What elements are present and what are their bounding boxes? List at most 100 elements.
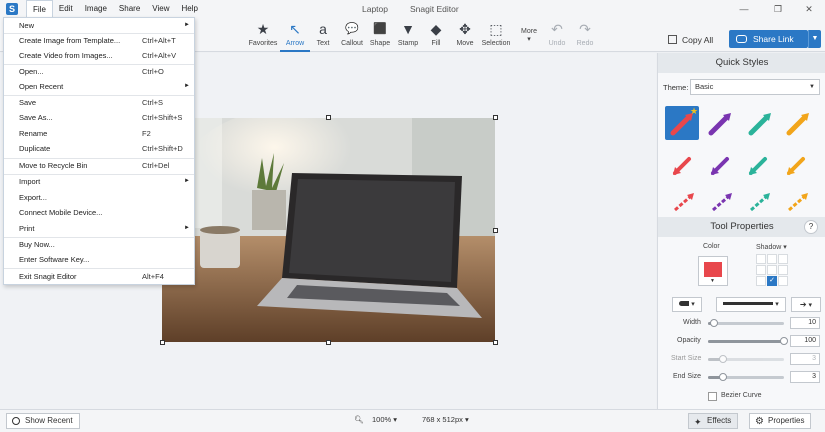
move-tool[interactable]: ✥ Move <box>450 18 480 52</box>
fill-tool[interactable]: ◆ Fill <box>421 18 451 52</box>
shadow-cell[interactable] <box>767 254 777 264</box>
line-start-select[interactable]: ▾ <box>672 297 702 312</box>
start-size-slider[interactable] <box>708 355 784 363</box>
more-tools-button[interactable]: More ▾ <box>514 18 544 52</box>
redo-button[interactable]: ↷ Redo <box>570 18 600 52</box>
line-style-select[interactable]: ▾ <box>716 297 786 312</box>
menu-item-recycle-bin[interactable]: Move to Recycle Bin Ctrl+Del <box>4 158 194 173</box>
restore-button[interactable]: ❐ <box>762 0 794 18</box>
quick-styles-grid: ★ <box>663 103 823 216</box>
shape-tool[interactable]: ⬛ Shape <box>365 18 395 52</box>
menu-item-buy-now[interactable]: Buy Now... <box>4 237 194 252</box>
menu-item-open[interactable]: Open... Ctrl+O <box>4 64 194 79</box>
submenu-arrow-icon: ► <box>184 83 190 89</box>
end-size-slider[interactable] <box>708 373 784 381</box>
menu-item-export[interactable]: Export... <box>4 190 194 205</box>
text-tool[interactable]: a Text <box>308 18 338 52</box>
tool-label: More <box>521 28 537 35</box>
shadow-cell[interactable] <box>756 254 766 264</box>
properties-button[interactable]: ⚙ Properties <box>749 413 812 429</box>
share-link-button[interactable]: Share Link <box>729 30 808 48</box>
width-slider[interactable] <box>708 319 784 327</box>
shadow-cell[interactable] <box>778 276 788 286</box>
menu-item-label: Export... <box>19 193 47 202</box>
close-button[interactable]: ✕ <box>793 0 825 18</box>
menu-item-save[interactable]: Save Ctrl+S <box>4 95 194 110</box>
callout-tool[interactable]: 💬 Callout <box>337 18 367 52</box>
shadow-cell[interactable] <box>778 265 788 275</box>
minimize-button[interactable]: — <box>728 0 760 18</box>
bezier-curve-checkbox[interactable] <box>708 392 717 401</box>
menu-item-exit[interactable]: Exit Snagit Editor Alt+F4 <box>4 269 194 284</box>
width-input[interactable]: 10 <box>790 317 820 329</box>
opacity-slider[interactable] <box>708 337 788 345</box>
tool-label: Fill <box>431 40 441 47</box>
resize-handle[interactable] <box>493 115 498 120</box>
snagit-app-icon: S <box>6 3 18 15</box>
resize-handle[interactable] <box>326 340 331 345</box>
menu-item-duplicate[interactable]: Duplicate Ctrl+Shift+D <box>4 141 194 156</box>
laptop-photo[interactable] <box>162 118 495 342</box>
stamp-tool[interactable]: ▼ Stamp <box>393 18 423 52</box>
resize-handle[interactable] <box>326 115 331 120</box>
shadow-cell[interactable] <box>756 276 766 286</box>
selection-tool[interactable]: ⬚ Selection <box>481 18 511 52</box>
menu-item-create-video-images[interactable]: Create Video from Images... Ctrl+Alt+V <box>4 48 194 63</box>
resize-handle[interactable] <box>493 228 498 233</box>
menu-item-create-image-template[interactable]: Create Image from Template... Ctrl+Alt+T <box>4 33 194 48</box>
end-size-input[interactable]: 3 <box>790 371 820 383</box>
opacity-input[interactable]: 100 <box>790 335 820 347</box>
menu-item-print[interactable]: Print ► <box>4 221 194 236</box>
shadow-check-icon[interactable]: ✓ <box>767 276 777 286</box>
undo-button[interactable]: ↶ Undo <box>542 18 572 52</box>
slider-knob[interactable] <box>710 319 719 327</box>
resize-handle[interactable] <box>493 340 498 345</box>
chevron-down-icon: ▼ <box>710 278 715 284</box>
arrow-tool[interactable]: ↖ Arrow <box>280 18 310 52</box>
menu-item-label: Print <box>19 224 35 233</box>
favorites-tool[interactable]: ★ Favorites <box>248 18 278 52</box>
start-size-label: Start Size <box>671 355 702 362</box>
menu-view[interactable]: View <box>146 0 175 18</box>
menu-item-rename[interactable]: Rename F2 <box>4 126 194 141</box>
menu-edit[interactable]: Edit <box>53 0 79 18</box>
menu-item-software-key[interactable]: Enter Software Key... <box>4 252 194 267</box>
file-menu: New ► Create Image from Template... Ctrl+A… <box>3 17 195 285</box>
shadow-cell[interactable] <box>756 265 766 275</box>
menu-image[interactable]: Image <box>79 0 113 18</box>
image-dimensions[interactable]: 768 x 512px ▾ <box>422 415 469 424</box>
menu-item-import[interactable]: Import ► <box>4 174 194 189</box>
shadow-label[interactable]: Shadow ▾ <box>756 243 787 251</box>
menu-item-open-recent[interactable]: Open Recent ► <box>4 79 194 94</box>
menu-file[interactable]: File <box>26 0 53 18</box>
shadow-direction-grid[interactable]: ✓ <box>756 254 789 287</box>
menu-item-label: Save As... <box>19 113 53 122</box>
menu-help[interactable]: Help <box>175 0 203 18</box>
copy-all-button[interactable]: Copy All <box>668 31 713 49</box>
share-dropdown-button[interactable]: ▼ <box>808 30 821 48</box>
resize-handle[interactable] <box>160 340 165 345</box>
zoom-level[interactable]: 100% ▾ <box>372 415 397 424</box>
theme-select[interactable]: Basic ▼ <box>690 79 820 95</box>
color-picker-button[interactable]: ▼ <box>698 256 728 286</box>
shadow-cell[interactable] <box>767 265 777 275</box>
menu-item-new[interactable]: New ► <box>4 18 194 33</box>
slider-knob[interactable] <box>780 337 788 345</box>
menu-share[interactable]: Share <box>113 0 146 18</box>
show-recent-button[interactable]: Show Recent <box>6 413 80 429</box>
line-end-select[interactable]: ➔ ▾ <box>791 297 821 312</box>
slider-knob[interactable] <box>719 355 728 363</box>
effects-button[interactable]: ✦ Effects <box>688 413 739 429</box>
selection-icon: ⬚ <box>489 21 503 37</box>
help-icon[interactable]: ? <box>804 220 818 234</box>
start-size-input[interactable]: 3 <box>790 353 820 365</box>
link-icon <box>736 35 747 43</box>
shadow-cell[interactable] <box>778 254 788 264</box>
menu-item-connect-mobile[interactable]: Connect Mobile Device... <box>4 205 194 220</box>
menu-item-save-as[interactable]: Save As... Ctrl+Shift+S <box>4 110 194 125</box>
slider-knob[interactable] <box>719 373 728 381</box>
end-size-label: End Size <box>673 373 702 380</box>
zoom-search-icon[interactable]: 🔍︎ <box>354 415 364 424</box>
callout-icon: 💬 <box>345 23 359 35</box>
gear-icon: ⚙ <box>755 416 764 427</box>
